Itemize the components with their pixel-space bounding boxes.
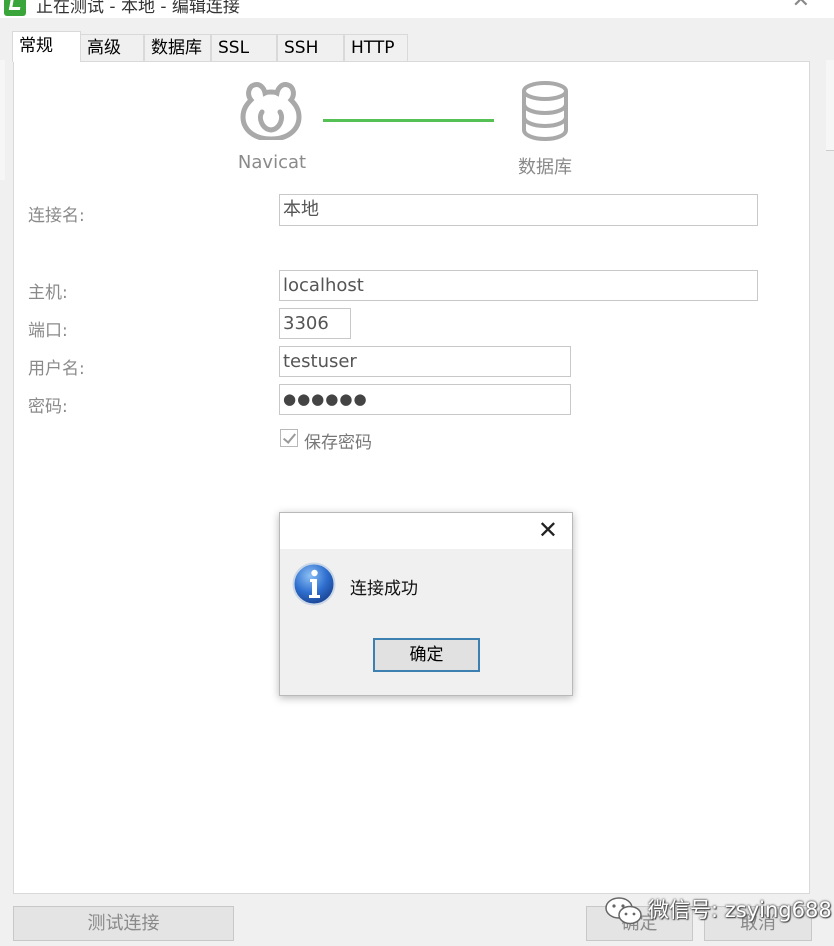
host-input[interactable]: localhost (279, 270, 758, 301)
port-label: 端口: (28, 321, 68, 341)
dialog-ok-button[interactable]: 确定 (373, 638, 480, 672)
tab-database[interactable]: 数据库 (144, 34, 211, 61)
navicat-logo-icon (240, 82, 302, 140)
username-label: 用户名: (28, 359, 85, 379)
database-caption: 数据库 (518, 157, 572, 178)
connection-line (323, 119, 494, 122)
host-label: 主机: (28, 283, 68, 303)
dialog-message: 连接成功 (350, 579, 418, 599)
tab-general[interactable]: 常规 (12, 31, 81, 62)
port-input[interactable]: 3306 (279, 308, 351, 339)
app-icon (4, 0, 26, 16)
message-dialog: ✕ 连接成功 确定 (279, 512, 573, 696)
background-window-edge (0, 60, 5, 180)
wechat-icon (605, 897, 642, 925)
username-input[interactable]: testuser (279, 346, 571, 377)
database-icon (522, 81, 568, 142)
password-input[interactable]: ●●●●●● (279, 384, 571, 415)
dialog-title-bar (280, 513, 572, 549)
password-label: 密码: (28, 397, 68, 417)
general-tab-panel (13, 61, 810, 894)
tab-http[interactable]: HTTP (344, 34, 408, 61)
navicat-caption: Navicat (237, 152, 307, 173)
window-close-icon[interactable]: ✕ (792, 0, 810, 13)
save-password-checkbox[interactable] (280, 429, 298, 447)
tab-ssl[interactable]: SSL (211, 34, 277, 61)
dialog-close-icon[interactable]: ✕ (538, 517, 558, 543)
tab-advanced[interactable]: 高级 (80, 34, 144, 61)
watermark-text: 微信号: zsying688 (648, 898, 832, 922)
connection-name-input[interactable]: 本地 (279, 194, 758, 226)
info-icon (292, 562, 336, 606)
tab-ssh[interactable]: SSH (277, 34, 344, 61)
test-connection-button[interactable]: 测试连接 (13, 906, 234, 941)
window-title: 正在测试 - 本地 - 编辑连接 (36, 0, 240, 17)
connection-name-label: 连接名: (28, 206, 85, 226)
save-password-label: 保存密码 (304, 433, 372, 453)
background-window-edge-right (826, 60, 834, 151)
